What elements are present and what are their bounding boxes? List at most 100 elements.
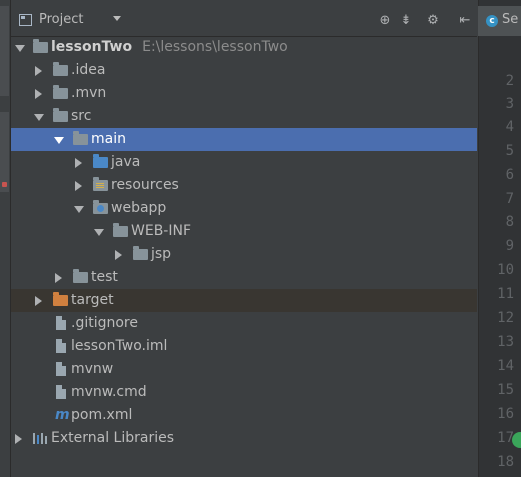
notification-icon xyxy=(2,182,7,187)
tree-item-label: External Libraries xyxy=(51,430,174,446)
expand-arrow-icon[interactable] xyxy=(94,229,104,236)
line-number: 10 xyxy=(497,262,514,278)
tree-item-label: mvnw xyxy=(71,361,114,377)
tree-item-gitignore[interactable]: .gitignore xyxy=(11,312,477,335)
web-folder-icon xyxy=(93,200,108,214)
line-number: 2 xyxy=(505,73,514,89)
tree-item-main[interactable]: main xyxy=(11,128,477,151)
line-number: 3 xyxy=(505,96,514,112)
editor-tab[interactable]: c Se xyxy=(478,6,521,36)
collapse-arrow-icon[interactable] xyxy=(35,296,42,306)
gear-icon[interactable]: ⚙ xyxy=(425,13,441,29)
tree-item-mvnw[interactable]: mvnw xyxy=(11,358,477,381)
line-number: 13 xyxy=(497,334,514,350)
tree-item-label: WEB-INF xyxy=(131,223,191,239)
tree-item-label: java xyxy=(111,154,141,170)
tree-item-target[interactable]: target xyxy=(11,289,477,312)
tree-item-src[interactable]: src xyxy=(11,105,477,128)
tree-item-label: mvnw.cmd xyxy=(71,384,147,400)
folder-icon xyxy=(133,246,148,260)
tree-item-lessontwo-iml[interactable]: lessonTwo.iml xyxy=(11,335,477,358)
file-icon xyxy=(56,385,66,399)
tree-item-test[interactable]: test xyxy=(11,266,477,289)
tree-item-external-libraries[interactable]: External Libraries xyxy=(11,427,477,450)
tree-item-webapp[interactable]: webapp xyxy=(11,197,477,220)
resources-folder-icon xyxy=(93,177,108,191)
tree-item-label: main xyxy=(91,131,126,147)
tree-item-label: resources xyxy=(111,177,179,193)
project-panel: Project ⊕ ⇟ ⚙ ⇤ lessonTwo E:\lessons\less… xyxy=(11,0,477,477)
tree-item-label: test xyxy=(91,269,118,285)
project-view-icon xyxy=(19,14,32,26)
tree-item-java[interactable]: java xyxy=(11,151,477,174)
run-gutter-icon[interactable] xyxy=(512,432,521,448)
folder-icon xyxy=(53,85,68,99)
collapse-arrow-icon[interactable] xyxy=(35,66,42,76)
expand-arrow-icon[interactable] xyxy=(15,45,25,52)
tree-item-label: pom.xml xyxy=(71,407,133,423)
tree-item-pom-xml[interactable]: m pom.xml xyxy=(11,404,477,427)
tree-item-label: target xyxy=(71,292,114,308)
collapse-icon[interactable]: ⇟ xyxy=(398,13,414,29)
hide-icon[interactable]: ⇤ xyxy=(457,13,473,29)
project-tool-tab[interactable] xyxy=(0,6,9,96)
editor-gutter: 2 3 4 5 6 7 8 9 10 11 12 13 14 15 16 17 … xyxy=(478,0,521,477)
library-icon xyxy=(33,433,47,444)
tree-item-mvnw-cmd[interactable]: mvnw.cmd xyxy=(11,381,477,404)
collapse-arrow-icon[interactable] xyxy=(35,89,42,99)
target-icon[interactable]: ⊕ xyxy=(377,13,393,29)
folder-icon xyxy=(53,108,68,122)
collapse-arrow-icon[interactable] xyxy=(115,250,122,260)
line-number: 5 xyxy=(505,143,514,159)
expand-arrow-icon[interactable] xyxy=(74,206,84,213)
collapse-arrow-icon[interactable] xyxy=(75,181,82,191)
folder-icon xyxy=(73,131,88,145)
excluded-folder-icon xyxy=(53,292,68,306)
source-folder-icon xyxy=(93,154,108,168)
tree-item-label: .gitignore xyxy=(71,315,138,331)
tree-item-lessontwo[interactable]: lessonTwo E:\lessons\lessonTwo xyxy=(11,36,477,59)
tree-item-label: lessonTwo.iml xyxy=(71,338,168,354)
tree-item-jsp[interactable]: jsp xyxy=(11,243,477,266)
class-icon: c xyxy=(486,15,498,27)
structure-tool-tab[interactable] xyxy=(0,112,9,192)
tree-item-resources[interactable]: resources xyxy=(11,174,477,197)
file-icon xyxy=(56,316,66,330)
collapse-arrow-icon[interactable] xyxy=(15,434,22,444)
tree-item-label: .mvn xyxy=(71,85,107,101)
tree-item-label: .idea xyxy=(71,62,106,78)
tree-item-path: E:\lessons\lessonTwo xyxy=(142,39,288,55)
expand-arrow-icon[interactable] xyxy=(34,114,44,121)
line-number: 18 xyxy=(497,454,514,470)
line-number: 9 xyxy=(505,238,514,254)
chevron-down-icon[interactable] xyxy=(113,16,121,21)
collapse-arrow-icon[interactable] xyxy=(75,158,82,168)
tree-item-label: lessonTwo xyxy=(51,39,133,55)
tree-item-idea[interactable]: .idea xyxy=(11,59,477,82)
line-number: 15 xyxy=(497,382,514,398)
line-number: 12 xyxy=(497,310,514,326)
file-icon xyxy=(56,339,66,353)
line-number: 17 xyxy=(497,430,514,446)
project-view-title[interactable]: Project xyxy=(39,12,83,27)
folder-icon xyxy=(73,269,88,283)
tree-item-label: webapp xyxy=(111,200,167,216)
expand-arrow-icon[interactable] xyxy=(54,137,64,144)
tree-item-label: jsp xyxy=(151,246,172,262)
module-folder-icon xyxy=(33,39,48,53)
line-number: 11 xyxy=(497,286,514,302)
left-tool-strip xyxy=(0,0,11,477)
line-number: 8 xyxy=(505,214,514,230)
line-number: 4 xyxy=(505,119,514,135)
tree-item-web-inf[interactable]: WEB-INF xyxy=(11,220,477,243)
tree-item-mvn[interactable]: .mvn xyxy=(11,82,477,105)
line-number: 6 xyxy=(505,167,514,183)
editor-tab-label: Se xyxy=(502,12,519,27)
folder-icon xyxy=(113,223,128,237)
collapse-arrow-icon[interactable] xyxy=(55,273,62,283)
tree-item-label: src xyxy=(71,108,92,124)
file-icon xyxy=(56,362,66,376)
folder-icon xyxy=(53,62,68,76)
maven-file-icon: m xyxy=(55,407,70,423)
project-panel-header: Project ⊕ ⇟ ⚙ ⇤ xyxy=(11,6,477,37)
